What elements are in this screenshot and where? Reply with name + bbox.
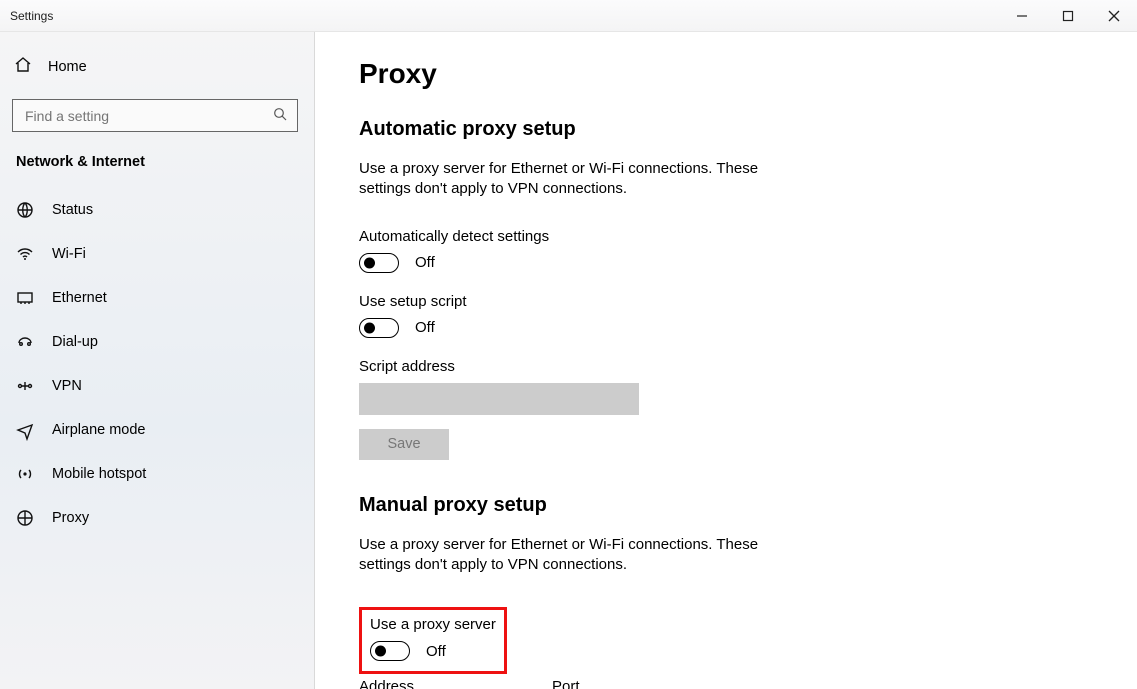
address-label: Address — [359, 678, 414, 689]
sidebar-item-label: Status — [52, 202, 93, 218]
auto-detect-state: Off — [415, 254, 435, 271]
sidebar-item-airplane[interactable]: Airplane mode — [0, 408, 314, 452]
airplane-icon — [16, 421, 34, 439]
script-address-label: Script address — [359, 358, 1093, 375]
sidebar-item-label: Ethernet — [52, 290, 107, 306]
search-field[interactable] — [23, 107, 273, 125]
sidebar-item-proxy[interactable]: Proxy — [0, 496, 314, 540]
manual-desc: Use a proxy server for Ethernet or Wi-Fi… — [359, 535, 799, 576]
setup-script-toggle[interactable] — [359, 318, 399, 338]
sidebar-item-label: Airplane mode — [52, 422, 146, 438]
maximize-button[interactable] — [1045, 0, 1091, 32]
auto-detect-toggle[interactable] — [359, 253, 399, 273]
page-title: Proxy — [359, 58, 1093, 90]
hotspot-icon — [16, 465, 34, 483]
sidebar-item-label: Proxy — [52, 510, 89, 526]
sidebar-item-label: Mobile hotspot — [52, 466, 146, 482]
main-content: Proxy Automatic proxy setup Use a proxy … — [315, 32, 1137, 689]
sidebar-item-wifi[interactable]: Wi-Fi — [0, 232, 314, 276]
auto-desc: Use a proxy server for Ethernet or Wi-Fi… — [359, 159, 799, 200]
home-label: Home — [48, 59, 87, 75]
sidebar-item-label: Wi-Fi — [52, 246, 86, 262]
search-input[interactable] — [12, 99, 298, 132]
port-label: Port — [552, 678, 580, 689]
sidebar-item-vpn[interactable]: VPN — [0, 364, 314, 408]
vpn-icon — [16, 377, 34, 395]
auto-heading: Automatic proxy setup — [359, 118, 1093, 141]
ethernet-icon — [16, 289, 34, 307]
sidebar-home[interactable]: Home — [0, 56, 314, 99]
use-proxy-state: Off — [426, 643, 446, 660]
proxy-icon — [16, 509, 34, 527]
sidebar: Home Network & Internet Status — [0, 32, 315, 689]
sidebar-item-hotspot[interactable]: Mobile hotspot — [0, 452, 314, 496]
category-label: Network & Internet — [0, 154, 314, 188]
home-icon — [14, 56, 32, 77]
wifi-icon — [16, 245, 34, 263]
sidebar-item-ethernet[interactable]: Ethernet — [0, 276, 314, 320]
dialup-icon — [16, 333, 34, 351]
minimize-button[interactable] — [999, 0, 1045, 32]
sidebar-item-dialup[interactable]: Dial-up — [0, 320, 314, 364]
manual-heading: Manual proxy setup — [359, 494, 1093, 517]
highlighted-callout: Use a proxy server Off — [359, 607, 507, 674]
sidebar-item-status[interactable]: Status — [0, 188, 314, 232]
close-button[interactable] — [1091, 0, 1137, 32]
titlebar: Settings — [0, 0, 1137, 32]
globe-icon — [16, 201, 34, 219]
save-button: Save — [359, 429, 449, 460]
setup-script-state: Off — [415, 319, 435, 336]
auto-detect-label: Automatically detect settings — [359, 228, 1093, 245]
use-proxy-toggle[interactable] — [370, 641, 410, 661]
script-address-input — [359, 383, 639, 415]
sidebar-item-label: Dial-up — [52, 334, 98, 350]
window-title: Settings — [0, 9, 53, 23]
search-icon — [273, 107, 287, 124]
setup-script-label: Use setup script — [359, 293, 1093, 310]
use-proxy-label: Use a proxy server — [370, 616, 496, 633]
sidebar-item-label: VPN — [52, 378, 82, 394]
